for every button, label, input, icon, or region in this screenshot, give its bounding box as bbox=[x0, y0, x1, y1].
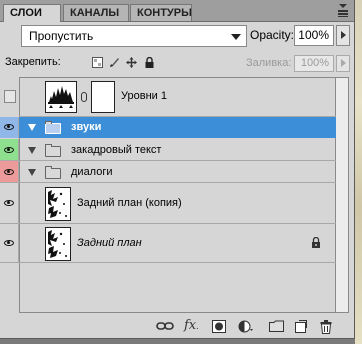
panel-menu-icon[interactable] bbox=[336, 4, 350, 17]
layer-row-voiceover[interactable]: закадровый текст bbox=[0, 139, 336, 161]
layer-name: закадровый текст bbox=[71, 144, 162, 156]
eye-icon[interactable] bbox=[4, 169, 14, 175]
layer-row-body[interactable]: Задний план bbox=[19, 224, 336, 262]
folder-icon bbox=[45, 144, 61, 157]
eye-icon[interactable] bbox=[4, 200, 14, 206]
lock-label: Закрепить: bbox=[5, 56, 61, 68]
link-chain-icon[interactable] bbox=[81, 92, 87, 102]
expand-triangle-icon[interactable] bbox=[28, 147, 36, 154]
layer-name: диалоги bbox=[71, 166, 113, 178]
layer-name: Задний план bbox=[77, 237, 142, 249]
opacity-input[interactable]: 100% bbox=[294, 25, 334, 46]
fill-input[interactable]: 100% bbox=[294, 55, 334, 72]
delete-layer-icon[interactable] bbox=[320, 320, 332, 337]
lock-image-pixels-icon[interactable] bbox=[109, 57, 120, 68]
lock-all-icon[interactable] bbox=[144, 56, 155, 68]
layer-thumbnail bbox=[45, 227, 71, 261]
layer-thumbnail bbox=[45, 187, 71, 221]
blend-mode-select[interactable]: Пропустить bbox=[21, 25, 247, 47]
expand-triangle-icon[interactable] bbox=[28, 169, 36, 176]
adjustment-thumbnail bbox=[45, 81, 77, 113]
visibility-cell[interactable] bbox=[0, 77, 22, 116]
fill-slider-button[interactable] bbox=[336, 55, 350, 72]
layer-row-background[interactable]: Задний план bbox=[0, 224, 336, 263]
layers-scrollbar[interactable] bbox=[336, 77, 349, 313]
layer-name: Уровни 1 bbox=[121, 90, 167, 102]
folder-icon bbox=[45, 121, 61, 134]
opacity-slider-button[interactable] bbox=[336, 25, 350, 46]
lock-transparent-pixels-icon[interactable] bbox=[92, 57, 103, 68]
visibility-cell[interactable] bbox=[0, 117, 19, 138]
tab-channels[interactable]: КАНАЛЫ bbox=[63, 4, 129, 21]
eye-icon[interactable] bbox=[4, 124, 14, 130]
layers-panel: СЛОИ КАНАЛЫ КОНТУРЫ Пропустить Opacity: … bbox=[0, 0, 355, 339]
visibility-cell[interactable] bbox=[0, 161, 19, 182]
layer-mask-thumbnail[interactable] bbox=[91, 81, 115, 113]
fx-icon[interactable]: fx. bbox=[184, 318, 199, 333]
layer-row-body[interactable]: Задний план (копия) bbox=[19, 183, 336, 223]
lock-position-icon[interactable] bbox=[126, 57, 137, 68]
layer-row-sounds[interactable]: звуки bbox=[0, 117, 336, 138]
expand-triangle-icon[interactable] bbox=[28, 124, 36, 131]
layer-name: звуки bbox=[71, 121, 102, 133]
layer-row-body[interactable]: диалоги bbox=[19, 161, 336, 182]
visibility-cell[interactable] bbox=[0, 224, 19, 262]
blend-mode-value: Пропустить bbox=[29, 29, 94, 43]
layer-row-levels[interactable]: Уровни 1 bbox=[4, 77, 336, 117]
layer-row-body[interactable]: закадровый текст bbox=[19, 139, 336, 160]
eye-icon[interactable] bbox=[4, 147, 14, 153]
chevron-down-icon bbox=[231, 34, 241, 40]
new-layer-icon[interactable] bbox=[295, 320, 307, 336]
visibility-cell[interactable] bbox=[0, 183, 19, 223]
visibility-off-box[interactable] bbox=[4, 90, 16, 103]
layer-row-dialogues[interactable]: диалоги bbox=[0, 161, 336, 183]
panel-tab-bar: СЛОИ КАНАЛЫ КОНТУРЫ bbox=[0, 0, 354, 22]
lock-icon bbox=[311, 236, 321, 251]
canvas-edge bbox=[355, 0, 362, 344]
layer-name: Задний план (копия) bbox=[77, 197, 182, 209]
layer-row-body[interactable]: звуки bbox=[19, 117, 336, 138]
adjustment-layer-icon[interactable] bbox=[238, 320, 254, 336]
tab-paths[interactable]: КОНТУРЫ bbox=[130, 4, 192, 21]
levels-histogram-icon bbox=[48, 86, 74, 108]
eye-icon[interactable] bbox=[4, 240, 14, 246]
add-mask-icon[interactable] bbox=[212, 320, 226, 336]
visibility-cell[interactable] bbox=[0, 139, 19, 160]
link-layers-icon[interactable] bbox=[156, 320, 174, 335]
folder-icon bbox=[45, 166, 61, 179]
tab-layers[interactable]: СЛОИ bbox=[3, 4, 61, 22]
layer-row-background-copy[interactable]: Задний план (копия) bbox=[0, 183, 336, 224]
fill-label: Заливка: bbox=[246, 57, 292, 69]
new-group-icon[interactable] bbox=[269, 320, 284, 335]
opacity-label: Opacity: bbox=[250, 28, 295, 42]
